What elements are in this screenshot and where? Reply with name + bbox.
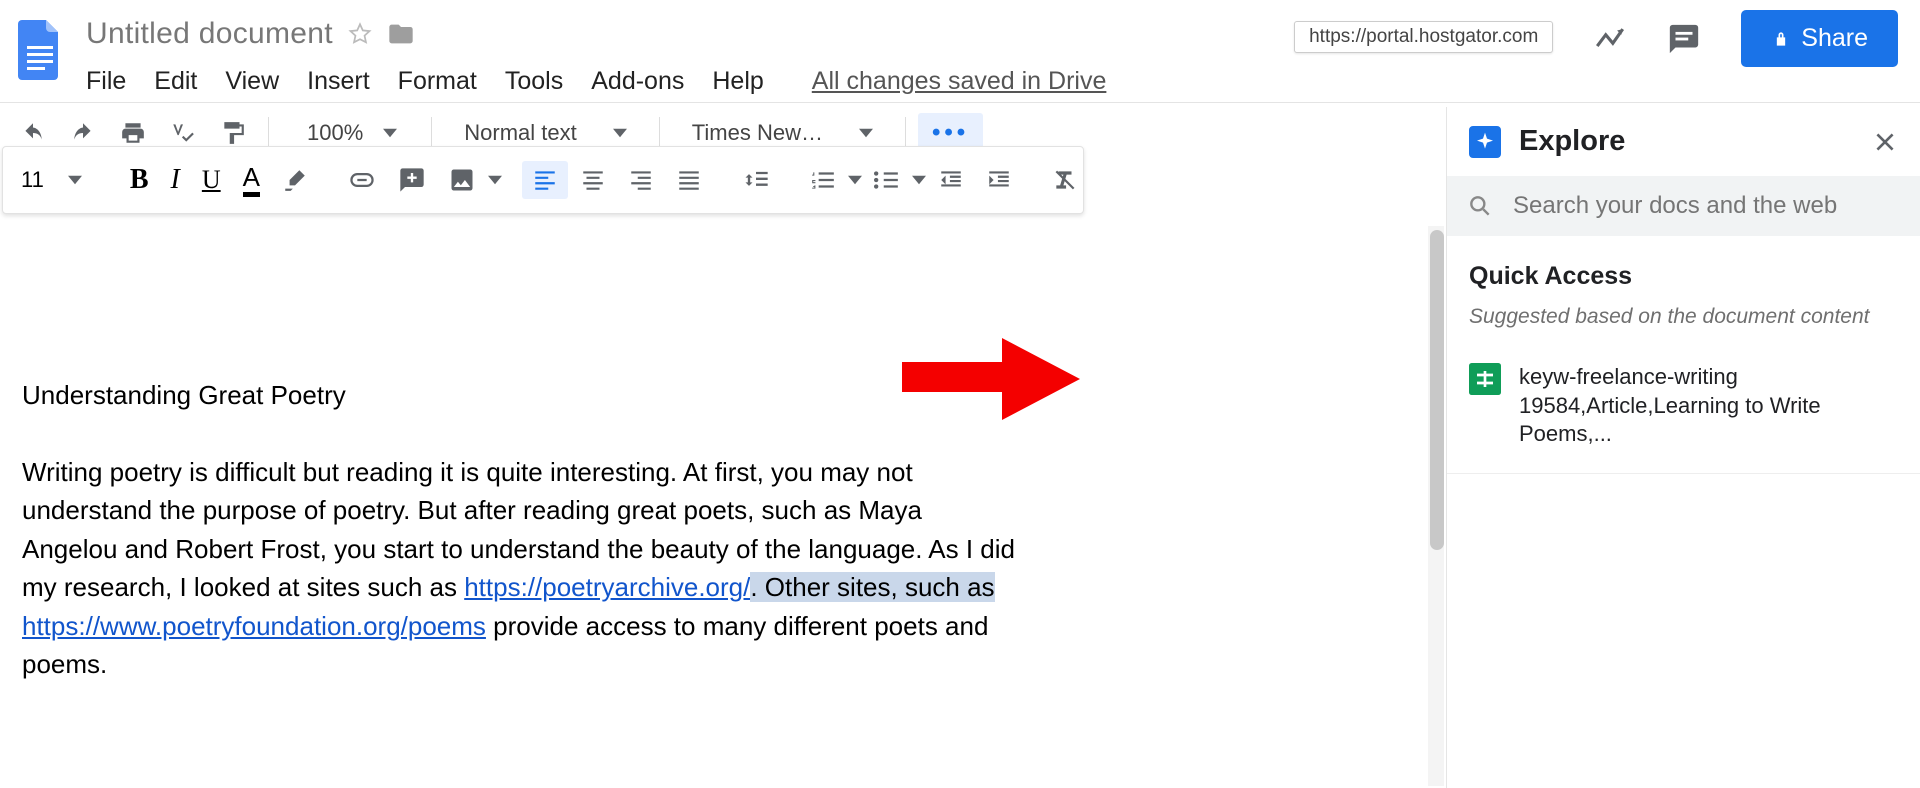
undo-icon[interactable] [10,116,56,150]
chevron-down-icon [68,173,82,187]
align-right-icon[interactable] [618,161,664,199]
chevron-down-icon [859,126,873,140]
comments-icon[interactable] [1667,22,1701,56]
quick-access-item[interactable]: keyw-freelance-writing 19584,Article,Lea… [1447,339,1920,474]
url-tooltip: https://portal.hostgator.com [1294,21,1553,53]
paragraph-style-dropdown[interactable]: Normal text [444,116,646,150]
chevron-down-icon [383,126,397,140]
docs-logo-icon[interactable] [12,12,68,88]
explore-icon [1469,126,1501,158]
chevron-down-icon [613,126,627,140]
link-poetryfoundation[interactable]: https://www.poetryfoundation.org/poems [22,611,486,641]
sheets-icon [1469,363,1501,395]
star-icon[interactable] [347,21,373,47]
activity-icon[interactable] [1593,22,1627,56]
chevron-down-icon[interactable] [912,173,926,187]
app-header: Untitled document File Edit View Insert … [0,0,1920,102]
menu-edit[interactable]: Edit [154,67,197,96]
menu-insert[interactable]: Insert [307,67,370,96]
insert-image-icon[interactable] [438,160,486,200]
document-title[interactable]: Untitled document [86,17,333,51]
zoom-value: 100% [307,120,363,146]
menu-file[interactable]: File [86,67,126,96]
bulleted-list-icon[interactable] [864,161,910,199]
chevron-down-icon[interactable] [488,173,502,187]
explore-search-input[interactable] [1513,192,1900,220]
chevron-down-icon[interactable] [848,173,862,187]
doc-heading: Understanding Great Poetry [22,376,1018,414]
align-center-icon[interactable] [570,161,616,199]
annotation-arrow-icon [902,334,1082,424]
search-icon [1467,193,1493,219]
redo-icon[interactable] [60,116,106,150]
bold-button[interactable]: B [120,158,159,202]
vertical-scrollbar[interactable] [1428,226,1444,786]
font-value: Times New… [692,120,823,146]
italic-button[interactable]: I [161,158,190,202]
header-right: https://portal.hostgator.com Share [1294,10,1898,67]
zoom-dropdown[interactable]: 100% [281,116,419,150]
link-poetryarchive[interactable]: https://poetryarchive.org/ [464,572,750,602]
increase-indent-icon[interactable] [976,161,1022,199]
quick-access-subtitle: Suggested based on the document content [1469,305,1898,329]
highlight-button[interactable] [272,161,318,199]
quick-access-title: Quick Access [1469,262,1898,291]
font-size-value: 11 [21,167,44,193]
explore-title: Explore [1519,125,1854,158]
scroll-thumb[interactable] [1430,230,1444,550]
move-folder-icon[interactable] [387,20,415,48]
explore-search[interactable] [1447,176,1920,236]
clear-formatting-icon[interactable] [1042,161,1088,199]
doc-paragraph: Writing poetry is difficult but reading … [22,453,1018,684]
paragraph-style-value: Normal text [464,120,576,146]
save-status[interactable]: All changes saved in Drive [812,67,1107,96]
quick-access-detail: 19584,Article,Learning to Write Poems,..… [1519,392,1898,449]
document-page[interactable]: Understanding Great Poetry Writing poetr… [0,226,1040,684]
underline-button[interactable]: U [192,159,231,201]
menu-help[interactable]: Help [712,67,763,96]
menu-tools[interactable]: Tools [505,67,563,96]
menu-format[interactable]: Format [398,67,477,96]
align-left-icon[interactable] [522,161,568,199]
decrease-indent-icon[interactable] [928,161,974,199]
add-comment-icon[interactable] [388,160,436,200]
font-size-dropdown[interactable]: 11 [13,163,100,197]
insert-link-icon[interactable] [338,160,386,200]
toolbar-secondary: 11 B I U A [2,146,1084,214]
align-justify-icon[interactable] [666,161,712,199]
numbered-list-icon[interactable] [800,161,846,199]
menu-view[interactable]: View [225,67,279,96]
explore-panel: Explore Quick Access Suggested based on … [1446,107,1920,788]
share-button[interactable]: Share [1741,10,1898,67]
menu-addons[interactable]: Add-ons [591,67,684,96]
close-icon[interactable] [1872,129,1898,155]
line-spacing-icon[interactable] [732,160,780,200]
quick-access-filename: keyw-freelance-writing [1519,363,1898,392]
font-dropdown[interactable]: Times New… [672,116,893,150]
text-color-button[interactable]: A [233,158,270,203]
share-label: Share [1801,24,1868,53]
